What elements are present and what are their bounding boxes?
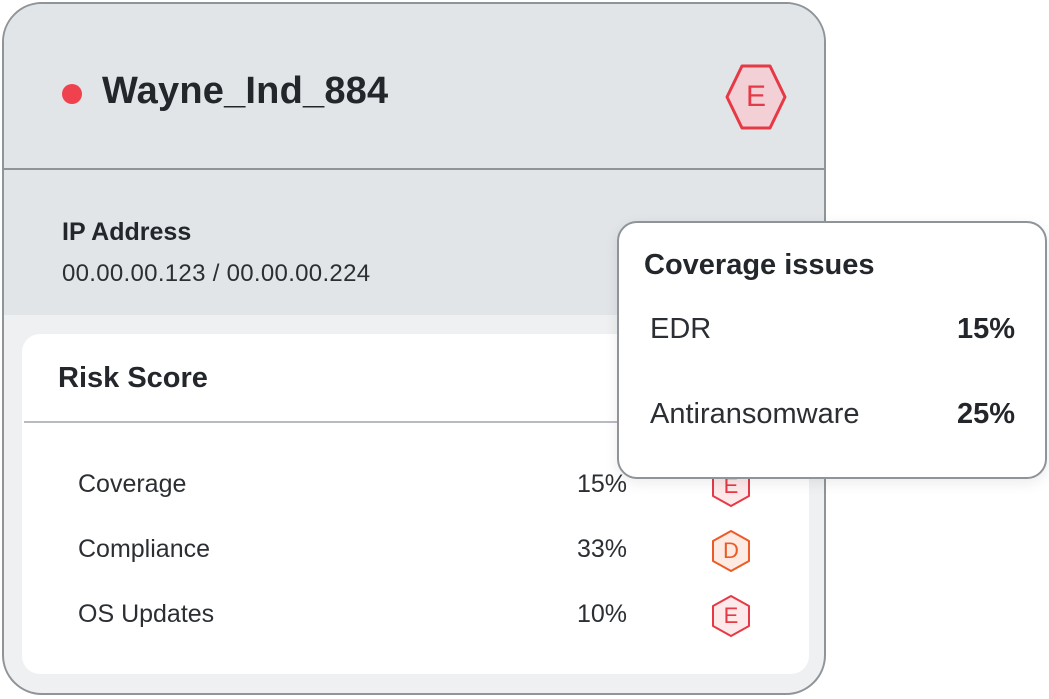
coverage-issue-antiransomware: Antiransomware 25% bbox=[619, 398, 1045, 438]
coverage-issue-label: Antiransomware bbox=[650, 398, 860, 430]
device-grade-hexagon-icon: E bbox=[724, 62, 788, 132]
coverage-issue-value: 25% bbox=[956, 398, 1015, 430]
coverage-issue-label: EDR bbox=[650, 313, 712, 345]
risk-metric-label: OS Updates bbox=[78, 600, 215, 628]
coverage-issues-title: Coverage issues bbox=[644, 249, 875, 281]
coverage-issue-edr: EDR 15% bbox=[619, 313, 1045, 353]
risk-score-title: Risk Score bbox=[58, 362, 208, 394]
risk-row-compliance[interactable]: Compliance 33% D bbox=[22, 529, 809, 573]
ip-address-value: 00.00.00.123 / 00.00.00.224 bbox=[62, 260, 371, 287]
risk-metric-value: 10% bbox=[576, 600, 627, 628]
risk-metric-label: Compliance bbox=[78, 535, 211, 563]
coverage-issue-value: 15% bbox=[956, 313, 1015, 345]
grade-letter: E bbox=[723, 603, 739, 628]
device-grade-letter: E bbox=[745, 80, 766, 113]
grade-hexagon-icon: D bbox=[710, 529, 752, 573]
device-card-header: Wayne_Ind_884 E bbox=[4, 4, 824, 170]
risk-metric-label: Coverage bbox=[78, 470, 187, 498]
risk-metric-value: 15% bbox=[576, 470, 627, 498]
ip-address-label: IP Address bbox=[62, 218, 192, 246]
risk-row-os-updates[interactable]: OS Updates 10% E bbox=[22, 594, 809, 638]
status-dot-icon bbox=[62, 84, 82, 104]
device-name: Wayne_Ind_884 bbox=[102, 70, 389, 112]
coverage-issues-popover: Coverage issues EDR 15% Antiransomware 2… bbox=[617, 221, 1047, 479]
grade-hexagon-icon: E bbox=[710, 594, 752, 638]
grade-letter: D bbox=[723, 538, 739, 563]
root: Wayne_Ind_884 E IP Address 00.00.00.123 … bbox=[0, 0, 1049, 699]
risk-metric-value: 33% bbox=[576, 535, 627, 563]
